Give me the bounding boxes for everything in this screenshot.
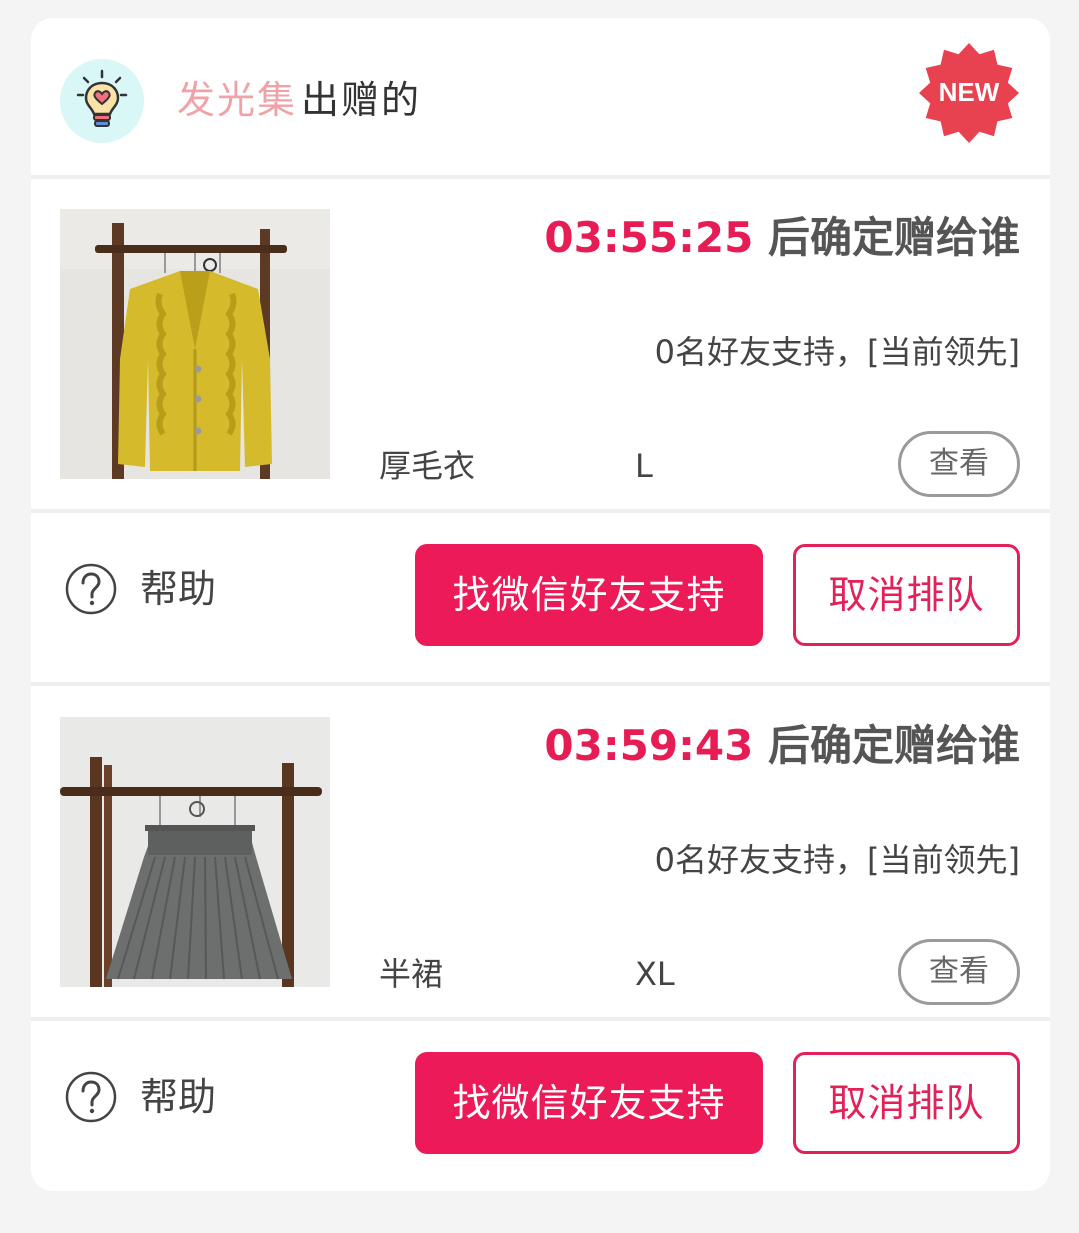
- countdown-suffix: 后确定赠给谁: [767, 213, 1020, 262]
- help-circle-icon: [65, 563, 117, 615]
- card-header: 发光集 出赠的 NEW: [31, 18, 1050, 175]
- new-starburst-icon: NEW: [919, 43, 1019, 143]
- cancel-queue-button[interactable]: 取消排队: [793, 544, 1020, 646]
- countdown-time: 03:55:25: [544, 213, 754, 262]
- help-circle-icon: [65, 1071, 117, 1123]
- lightbulb-heart-icon: [76, 69, 128, 127]
- item-actions: 帮助 找微信好友支持 取消排队: [31, 514, 1050, 680]
- gift-item: 03:59:43 后确定赠给谁 0名好友支持，[当前领先] 半裙 XL 查看: [31, 687, 1050, 1017]
- support-status: 0名好友支持，[当前领先]: [654, 333, 1020, 371]
- view-button[interactable]: 查看: [898, 939, 1020, 1005]
- view-button[interactable]: 查看: [898, 431, 1020, 497]
- item-name: 厚毛衣: [379, 447, 476, 485]
- cardigan-image: [60, 209, 330, 479]
- cancel-queue-button[interactable]: 取消排队: [793, 1052, 1020, 1154]
- shop-name[interactable]: 发光集: [177, 76, 297, 124]
- gift-card: 发光集 出赠的 NEW 03:55:25 后确定赠给谁 0名好友支持，[当前领先…: [31, 18, 1050, 1191]
- gift-item: 03:55:25 后确定赠给谁 0名好友支持，[当前领先] 厚毛衣 L 查看: [31, 179, 1050, 509]
- item-image-cardigan[interactable]: [60, 209, 330, 479]
- shop-avatar[interactable]: [60, 59, 144, 143]
- countdown-time: 03:59:43: [544, 721, 754, 770]
- help-label: 帮助: [140, 1075, 217, 1119]
- item-size: XL: [635, 955, 675, 993]
- countdown-suffix: 后确定赠给谁: [767, 721, 1020, 770]
- countdown-text: 03:59:43 后确定赠给谁: [544, 717, 1020, 775]
- item-image-skirt[interactable]: [60, 717, 330, 987]
- divider: [31, 1017, 1050, 1021]
- wechat-support-button[interactable]: 找微信好友支持: [415, 1052, 763, 1154]
- item-actions: 帮助 找微信好友支持 取消排队: [31, 1022, 1050, 1188]
- new-badge-text: NEW: [939, 77, 1000, 107]
- item-name: 半裙: [379, 955, 444, 993]
- skirt-image: [60, 717, 330, 987]
- wechat-support-button[interactable]: 找微信好友支持: [415, 544, 763, 646]
- help-label: 帮助: [140, 567, 217, 611]
- new-badge: NEW: [919, 43, 1019, 143]
- support-status: 0名好友支持，[当前领先]: [654, 841, 1020, 879]
- item-size: L: [635, 447, 653, 485]
- divider: [31, 682, 1050, 686]
- gift-out-label: 出赠的: [301, 78, 422, 122]
- countdown-text: 03:55:25 后确定赠给谁: [544, 209, 1020, 267]
- divider: [31, 509, 1050, 513]
